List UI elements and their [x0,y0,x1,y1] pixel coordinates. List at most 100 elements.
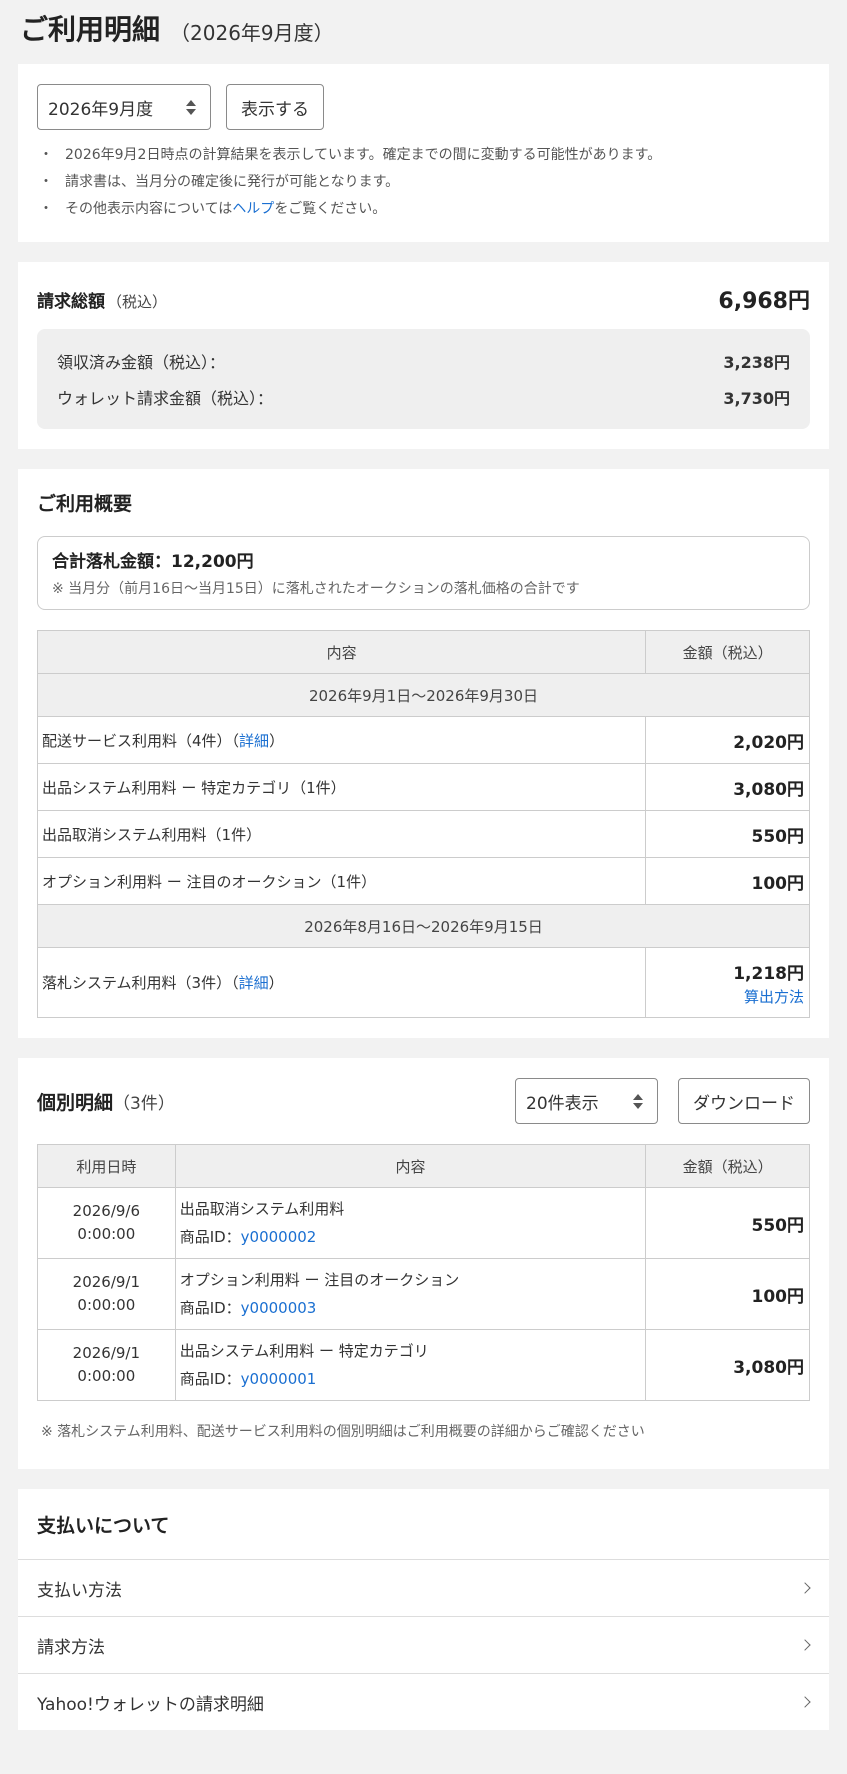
col-amount-header: 金額（税込） [645,630,810,674]
chevron-right-icon [799,1582,811,1594]
usage-summary-section: ご利用概要 合計落札金額：12,200円 ※ 当月分（前月16日〜当月15日）に… [18,469,829,1038]
row-amount: 3,080円 [645,763,810,811]
show-button[interactable]: 表示する [226,84,324,130]
table-row: 出品取消システム利用料（1件） 550円 [36,810,810,858]
row-amount: 550円 [645,810,810,858]
col-content-header: 内容 [36,630,647,674]
calculation-method-link[interactable]: 算出方法 [646,986,804,1007]
row-amount: 1,218円 [733,963,804,984]
col-amount-header: 金額（税込） [645,1144,810,1188]
notes-list: 2026年9月2日時点の計算結果を表示しています。確定までの間に変動する可能性が… [37,142,810,223]
payment-item-label: Yahoo!ウォレットの請求明細 [37,1694,264,1715]
note-item-help: その他表示内容についてはヘルプをご覧ください。 [37,196,810,223]
wallet-label: ウォレット請求金額（税込）： [57,389,274,408]
individual-details-section: 個別明細（3件） 20件表示 ダウンロード 利用日時 内容 金額（税込） 202… [18,1058,829,1469]
page-subtitle: （2026年9月度） [170,21,334,45]
row-date: 2026/9/1 [72,1344,141,1362]
summary-title: ご利用概要 [37,493,133,515]
page-title: ご利用明細 （2026年9月度） [0,0,847,64]
table-row: 2026/9/6 0:00:00 出品取消システム利用料 商品ID：y0000002… [37,1187,810,1259]
total-tax-note: （税込） [107,292,168,311]
wallet-value: 3,730円 [723,389,790,408]
bid-total: 合計落札金額：12,200円 [52,552,254,572]
period-row: 2026年9月1日〜2026年9月30日 [37,673,810,717]
item-id-label: 商品ID： [179,1228,241,1246]
received-value: 3,238円 [723,353,790,372]
item-id-label: 商品ID： [179,1299,241,1317]
payment-item-label: 請求方法 [37,1637,105,1658]
billing-method-link[interactable]: 請求方法 [18,1616,829,1673]
detail-link[interactable]: 詳細 [239,974,269,992]
table-row: オプション利用料 ー 注目のオークション（1件） 100円 [36,857,810,905]
select-arrows-icon [633,1093,643,1109]
payment-section: 支払いについて 支払い方法 請求方法 Yahoo!ウォレットの請求明細 [18,1489,829,1730]
bid-total-box: 合計落札金額：12,200円 ※ 当月分（前月16日〜当月15日）に落札されたオ… [37,536,810,610]
total-label-text: 請求総額 [37,291,105,312]
table-row: 出品システム利用料 ー 特定カテゴリ（1件） 3,080円 [36,763,810,811]
row-date: 2026/9/1 [72,1273,141,1291]
wallet-statement-link[interactable]: Yahoo!ウォレットの請求明細 [18,1673,829,1730]
payment-item-label: 支払い方法 [37,1580,122,1601]
per-page-value: 20件表示 [526,1093,599,1114]
row-desc: オプション利用料 ー 注目のオークション [179,1271,460,1289]
help-link[interactable]: ヘルプ [232,201,274,217]
row-name: 出品システム利用料 ー 特定カテゴリ（1件） [36,763,647,811]
payment-title: 支払いについて [37,1515,170,1537]
row-amount: 100円 [645,1258,810,1330]
row-date: 2026/9/6 [72,1202,141,1220]
row-amount: 550円 [645,1187,810,1259]
table-row: 落札システム利用料（3件）（詳細） 1,218円 算出方法 [36,947,810,1018]
month-select[interactable]: 2026年9月度 [37,84,211,130]
row-desc: 出品システム利用料 ー 特定カテゴリ [179,1342,429,1360]
billing-total-section: 請求総額 （税込） 6,968円 領収済み金額（税込）： 3,238円 ウォレット… [18,262,829,449]
chevron-right-icon [799,1639,811,1651]
period-row: 2026年8月16日〜2026年9月15日 [37,904,810,948]
billing-breakdown: 領収済み金額（税込）： 3,238円 ウォレット請求金額（税込）： 3,730円 [37,329,810,429]
summary-table: 内容 金額（税込） 2026年9月1日〜2026年9月30日 配送サービス利用料… [36,630,810,1018]
row-time: 0:00:00 [77,1367,136,1385]
details-footnote: ※ 落札システム利用料、配送サービス利用料の個別明細はご利用概要の詳細からご確認… [41,1424,645,1440]
details-count: （3件） [113,1093,175,1114]
note-item: 2026年9月2日時点の計算結果を表示しています。確定までの間に変動する可能性が… [37,142,810,169]
item-id-link[interactable]: y0000001 [241,1370,317,1388]
row-name: 出品取消システム利用料（1件） [36,810,647,858]
row-name-tail: ） [268,974,284,992]
detail-link[interactable]: 詳細 [239,732,269,750]
table-row: 2026/9/1 0:00:00 オプション利用料 ー 注目のオークション 商品ID… [37,1258,810,1330]
table-row: 配送サービス利用料（4件）（詳細） 2,020円 [36,716,810,764]
col-content-header: 内容 [174,1144,647,1188]
download-button[interactable]: ダウンロード [678,1078,810,1124]
help-suffix: をご覧ください。 [274,201,387,217]
row-desc: 出品取消システム利用料 [179,1200,345,1218]
note-item: 請求書は、当月分の確定後に発行が可能となります。 [37,169,810,196]
filter-section: 2026年9月度 表示する 2026年9月2日時点の計算結果を表示しています。確… [18,64,829,242]
total-value: 6,968円 [718,289,810,314]
bid-note: ※ 当月分（前月16日〜当月15日）に落札されたオークションの落札価格の合計です [52,581,580,597]
select-arrows-icon [186,99,196,115]
help-prefix: その他表示内容については [65,201,233,217]
received-label: 領収済み金額（税込）： [57,353,226,372]
item-id-link[interactable]: y0000003 [241,1299,317,1317]
total-label: 請求総額 （税込） [37,287,167,312]
item-id-link[interactable]: y0000002 [241,1228,317,1246]
per-page-select[interactable]: 20件表示 [515,1078,658,1124]
row-time: 0:00:00 [77,1225,136,1243]
row-amount: 100円 [645,857,810,905]
details-title: 個別明細（3件） [37,1088,175,1115]
details-table: 利用日時 内容 金額（税込） 2026/9/6 0:00:00 出品取消システム利… [37,1144,810,1401]
item-id-label: 商品ID： [179,1370,241,1388]
row-name: オプション利用料 ー 注目のオークション（1件） [36,857,647,905]
month-select-value: 2026年9月度 [48,99,154,120]
row-name: 配送サービス利用料（4件）（ [42,731,240,750]
payment-method-link[interactable]: 支払い方法 [18,1559,829,1616]
row-time: 0:00:00 [77,1296,136,1314]
table-row: 2026/9/1 0:00:00 出品システム利用料 ー 特定カテゴリ 商品ID：y… [37,1329,810,1401]
row-amount: 3,080円 [645,1329,810,1401]
row-amount: 2,020円 [645,716,810,764]
details-title-text: 個別明細 [37,1091,114,1114]
row-name: 落札システム利用料（3件）（ [42,974,239,992]
row-name-tail: ） [269,731,285,750]
col-date-header: 利用日時 [37,1144,176,1188]
chevron-right-icon [799,1696,811,1708]
page-title-text: ご利用明細 [20,13,161,46]
